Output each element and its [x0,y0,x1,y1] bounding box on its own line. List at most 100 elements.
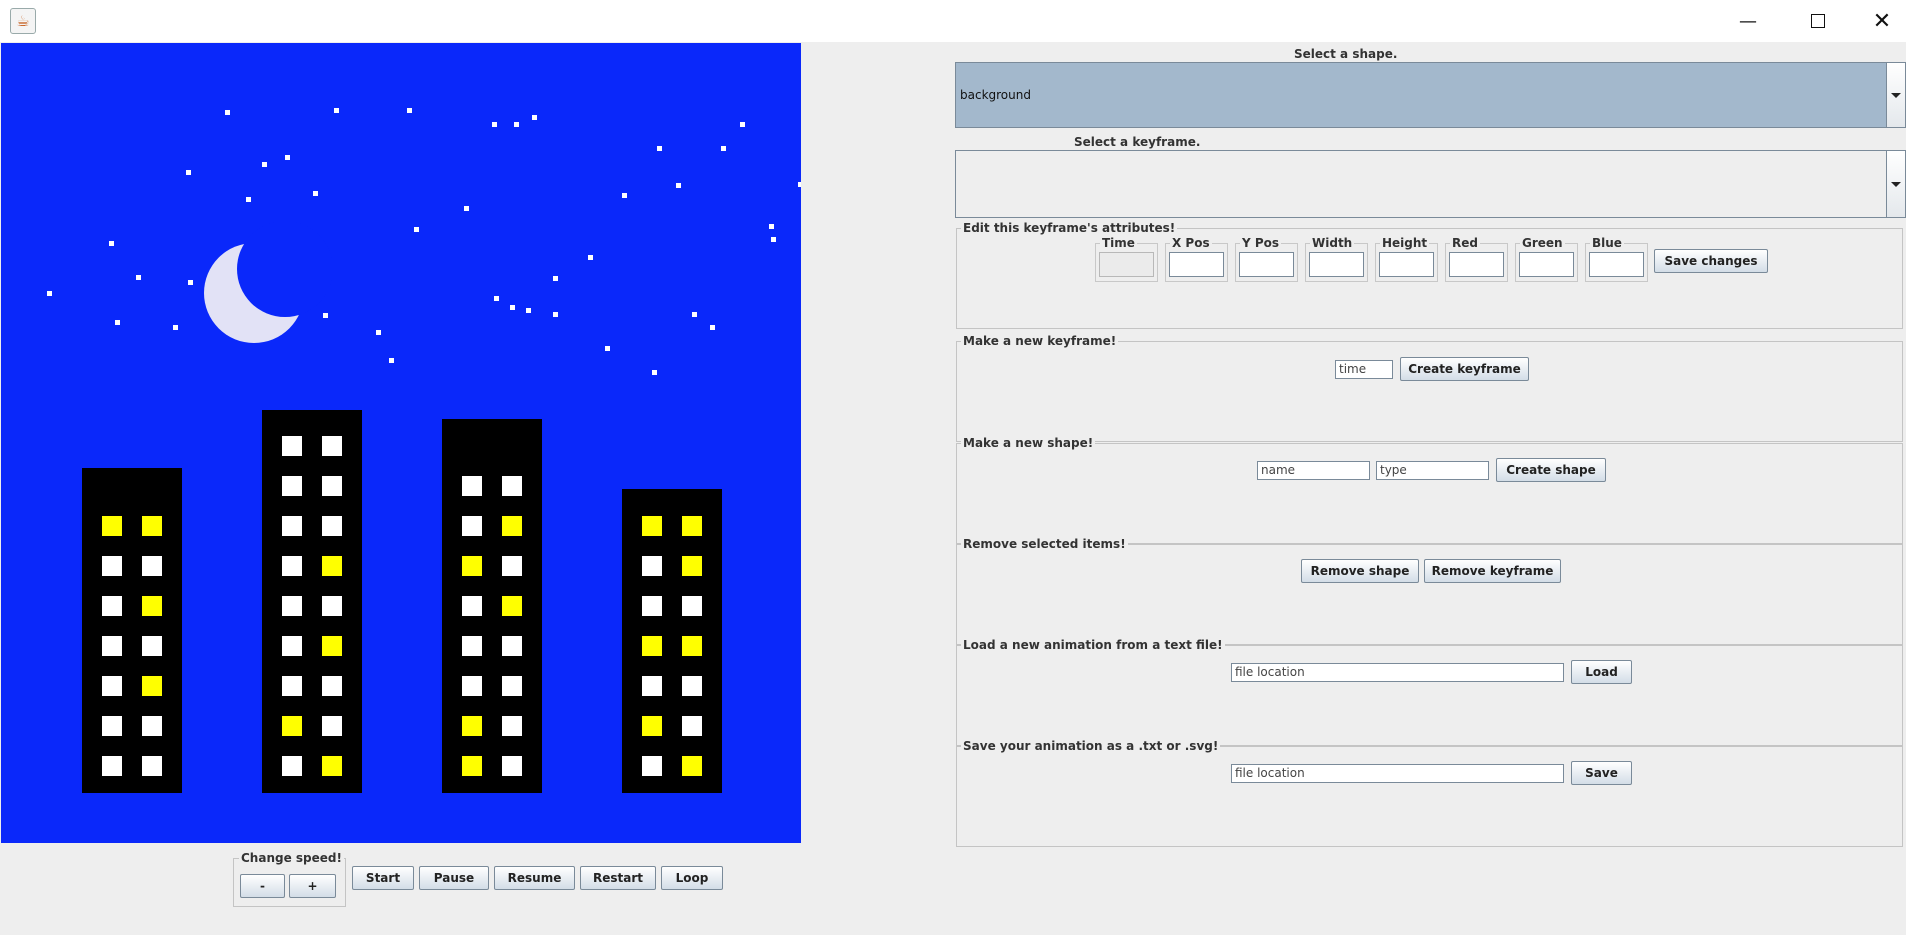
unlit-window [462,636,482,656]
shape-type-input[interactable]: type [1376,461,1489,480]
unlit-window [462,676,482,696]
save-changes-button[interactable]: Save changes [1654,249,1768,273]
unlit-window [682,676,702,696]
new-keyframe-section: Make a new keyframe! time Create keyfram… [956,334,1903,442]
unlit-window [642,756,662,776]
load-location-input[interactable]: file location [1231,663,1564,682]
width-field[interactable] [1309,252,1364,277]
editor-panel: Select a shape. background Select a keyf… [955,43,1906,847]
unlit-window [102,676,122,696]
star [692,312,697,317]
chevron-down-icon[interactable] [1886,63,1905,127]
unlit-window [642,596,662,616]
save-button[interactable]: Save [1571,761,1632,785]
unlit-window [142,636,162,656]
load-button[interactable]: Load [1571,660,1632,684]
speed-decrease-button[interactable]: - [240,874,285,898]
chevron-down-icon[interactable] [1886,151,1905,217]
start-button[interactable]: Start [352,866,414,890]
star [109,241,114,246]
lit-window [462,716,482,736]
star [186,170,191,175]
keyframe-time-input[interactable]: time [1335,360,1393,379]
red-field[interactable] [1449,252,1504,277]
new-shape-title: Make a new shape! [961,436,1096,450]
java-cup-icon[interactable]: ☕ [10,8,36,34]
star [323,313,328,318]
unlit-window [102,756,122,776]
speed-panel: Change speed! - + [233,851,346,907]
buildings [82,410,722,793]
red-field-group: Red [1445,236,1508,282]
keyframe-selector-label: Select a keyframe. [1074,135,1201,149]
stars [47,108,801,375]
remove-items-section: Remove selected items! Remove shape Remo… [956,537,1903,645]
star [657,146,662,151]
red-field-label: Red [1450,236,1480,250]
speed-increase-button[interactable]: + [289,874,336,898]
lit-window [142,516,162,536]
restart-button[interactable]: Restart [580,866,656,890]
star [414,227,419,232]
width-field-group: Width [1305,236,1368,282]
resume-button[interactable]: Resume [494,866,575,890]
minimize-icon[interactable]: — [1718,0,1778,42]
unlit-window [502,476,522,496]
pause-button[interactable]: Pause [419,866,489,890]
star [188,280,193,285]
unlit-window [682,716,702,736]
building [82,468,182,793]
save-animation-section: Save your animation as a .txt or .svg! f… [956,739,1903,847]
x-pos-field[interactable] [1169,252,1224,277]
create-shape-button[interactable]: Create shape [1496,458,1606,482]
unlit-window [102,596,122,616]
shape-dropdown[interactable]: background [955,62,1906,128]
loop-button[interactable]: Loop [661,866,723,890]
remove-keyframe-button[interactable]: Remove keyframe [1424,559,1561,583]
lit-window [682,516,702,536]
green-field[interactable] [1519,252,1574,277]
unlit-window [502,676,522,696]
shape-name-input[interactable]: name [1257,461,1370,480]
building [622,489,722,793]
star [553,276,558,281]
star [389,358,394,363]
lit-window [142,676,162,696]
star [652,370,657,375]
unlit-window [502,636,522,656]
maximize-icon[interactable] [1788,0,1848,42]
star [313,191,318,196]
height-field-label: Height [1380,236,1430,250]
unlit-window [142,716,162,736]
unlit-window [282,596,302,616]
shape-selector-label: Select a shape. [1294,47,1398,61]
height-field[interactable] [1379,252,1434,277]
building [262,410,362,793]
create-keyframe-button[interactable]: Create keyframe [1400,357,1529,381]
blue-field[interactable] [1589,252,1644,277]
building [442,419,542,793]
blue-field-label: Blue [1590,236,1624,250]
save-location-input[interactable]: file location [1231,764,1564,783]
y-pos-field[interactable] [1239,252,1294,277]
unlit-window [322,716,342,736]
star [514,122,519,127]
star [526,308,531,313]
unlit-window [322,436,342,456]
keyframe-dropdown[interactable] [955,150,1906,218]
lit-window [142,596,162,616]
star [769,224,774,229]
remove-shape-button[interactable]: Remove shape [1301,559,1419,583]
time-field-group: Time [1095,236,1158,282]
green-field-label: Green [1520,236,1565,250]
unlit-window [642,556,662,576]
remove-items-title: Remove selected items! [961,537,1128,551]
close-icon[interactable]: ✕ [1858,0,1906,42]
unlit-window [282,436,302,456]
unlit-window [682,596,702,616]
star [376,330,381,335]
lit-window [322,636,342,656]
unlit-window [282,476,302,496]
star [532,115,537,120]
star [721,146,726,151]
